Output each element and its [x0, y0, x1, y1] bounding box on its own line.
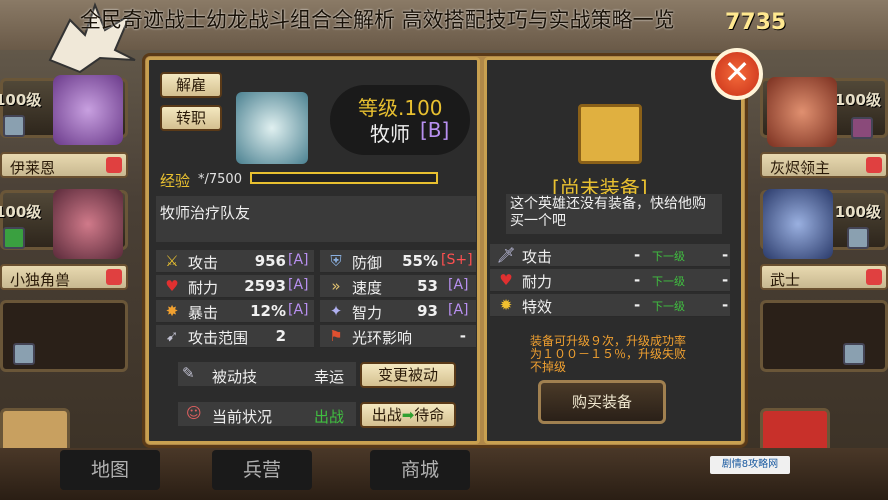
speed-icon: » — [331, 277, 341, 295]
equipment-note: 这个英雄还没有装备，快给他购买一个吧 — [510, 196, 706, 229]
deploy-label: 出战 — [371, 406, 402, 424]
transfer-button[interactable]: 转职 — [160, 105, 222, 131]
attack-icon: ⚔ — [165, 252, 179, 270]
gold-counter: 7735 — [725, 10, 787, 35]
weapon-icon — [847, 227, 869, 249]
exp-bar — [250, 172, 438, 184]
standby-label: 待命 — [414, 406, 445, 424]
feather-icon: ✎ — [182, 364, 195, 382]
badge-icon — [866, 269, 882, 285]
arrow-right-icon: ➡ — [401, 406, 415, 424]
hero-slot-2[interactable]: 100级 — [0, 189, 128, 259]
badge-icon — [106, 269, 122, 285]
badge-icon — [866, 157, 882, 173]
heart-icon: ♥ — [499, 271, 513, 289]
crit-icon: ✸ — [165, 302, 179, 320]
samurai-avatar — [763, 189, 833, 259]
unicorn-avatar — [53, 189, 123, 259]
hero-grade: [B] — [420, 118, 450, 142]
hero-name: 灰烬领主 — [770, 159, 831, 177]
stat-range: ➹ 攻击范围 2 — [156, 325, 314, 348]
dismiss-button[interactable]: 解雇 — [160, 72, 222, 98]
arrow-icon — [3, 227, 25, 249]
status-icon: ☺ — [186, 404, 202, 422]
hero-description: 牧师治疗队友 — [160, 204, 251, 222]
hero-slot-r2[interactable]: 100级 — [760, 189, 888, 259]
hero-namebar[interactable]: 灰烬领主 — [760, 152, 888, 178]
special-icon: ✹ — [499, 296, 513, 314]
status-value: 出战 — [314, 408, 345, 426]
aura-icon: ⚑ — [329, 327, 343, 345]
stat-attack: ⚔ 攻击 956 [A] — [156, 250, 314, 273]
hero-namebar[interactable]: 小独角兽 — [0, 264, 128, 290]
change-passive-button[interactable]: 变更被动 — [360, 362, 456, 388]
passive-label: 被动技 — [212, 368, 258, 386]
page-title: 全民奇迹战士幼龙战斗组合全解析 高效搭配技巧与实战策略一览 — [80, 8, 675, 32]
weapon-icon — [851, 117, 873, 139]
buy-equipment-button[interactable]: 购买装备 — [538, 380, 666, 424]
badge-icon — [106, 157, 122, 173]
tab-barracks[interactable]: 兵营 — [212, 450, 312, 490]
slot-level: 100级 — [0, 203, 42, 221]
slot-level: 100级 — [834, 203, 881, 221]
equipment-slot[interactable] — [578, 104, 642, 164]
empty-slot[interactable] — [0, 300, 128, 372]
priest-portrait — [236, 92, 308, 164]
status-label: 当前状况 — [212, 408, 273, 426]
hero-namebar[interactable]: 伊莱恩 — [0, 152, 128, 178]
equipment-note-box: 这个英雄还没有装备，快给他购买一个吧 — [506, 194, 722, 234]
hero-slot-1[interactable]: 100级 — [0, 75, 128, 145]
stat-hp: ♥ 耐力 2593 [A] — [156, 275, 314, 298]
hero-name: 伊莱恩 — [10, 159, 56, 177]
empty-slot[interactable] — [760, 300, 888, 372]
stat-defense: ⛨ 防御 55% [S+] — [320, 250, 476, 273]
range-icon: ➹ — [165, 327, 179, 345]
hp-icon: ♥ — [165, 277, 179, 295]
hero-avatar — [53, 75, 123, 145]
stat-intelligence: ✦ 智力 93 [A] — [320, 300, 476, 323]
stat-crit: ✸ 暴击 12% [A] — [156, 300, 314, 323]
sword-icon: 🗡 — [496, 246, 516, 264]
slot-level: 100级 — [834, 91, 881, 109]
equip-row-attack: 🗡 攻击 - 下一级 - — [490, 244, 730, 267]
hero-level: 等级.100 — [358, 96, 443, 120]
hero-name: 武士 — [770, 271, 801, 289]
stat-aura: ⚑ 光环影响 - — [320, 325, 476, 348]
int-icon: ✦ — [329, 302, 343, 320]
tab-shop[interactable]: 商城 — [370, 450, 470, 490]
exp-label: 经验 — [160, 172, 191, 190]
close-button[interactable]: ✕ — [711, 48, 763, 100]
lord-avatar — [767, 77, 837, 147]
weapon-icon — [3, 115, 25, 137]
equip-row-hp: ♥ 耐力 - 下一级 - — [490, 269, 730, 292]
stat-speed: » 速度 53 [A] — [320, 275, 476, 298]
defense-icon: ⛨ — [330, 252, 342, 270]
slot-level: 100级 — [0, 91, 42, 109]
equip-row-special: ✹ 特效 - 下一级 - — [490, 294, 730, 317]
exp-value: */7500 — [198, 172, 242, 187]
hero-class: 牧师 — [370, 122, 410, 146]
tab-map[interactable]: 地图 — [60, 450, 160, 490]
weapon-icon — [843, 343, 865, 365]
upgrade-note-3: 不掉级 — [530, 360, 567, 374]
hero-name: 小独角兽 — [10, 271, 71, 289]
hero-namebar[interactable]: 武士 — [760, 264, 888, 290]
hero-slot-r1[interactable]: 100级 — [760, 77, 888, 147]
watermark: 剧情8攻略网 — [710, 456, 790, 474]
deploy-toggle-button[interactable]: 出战➡待命 — [360, 402, 456, 428]
passive-value: 幸运 — [314, 368, 345, 386]
weapon-icon — [13, 343, 35, 365]
